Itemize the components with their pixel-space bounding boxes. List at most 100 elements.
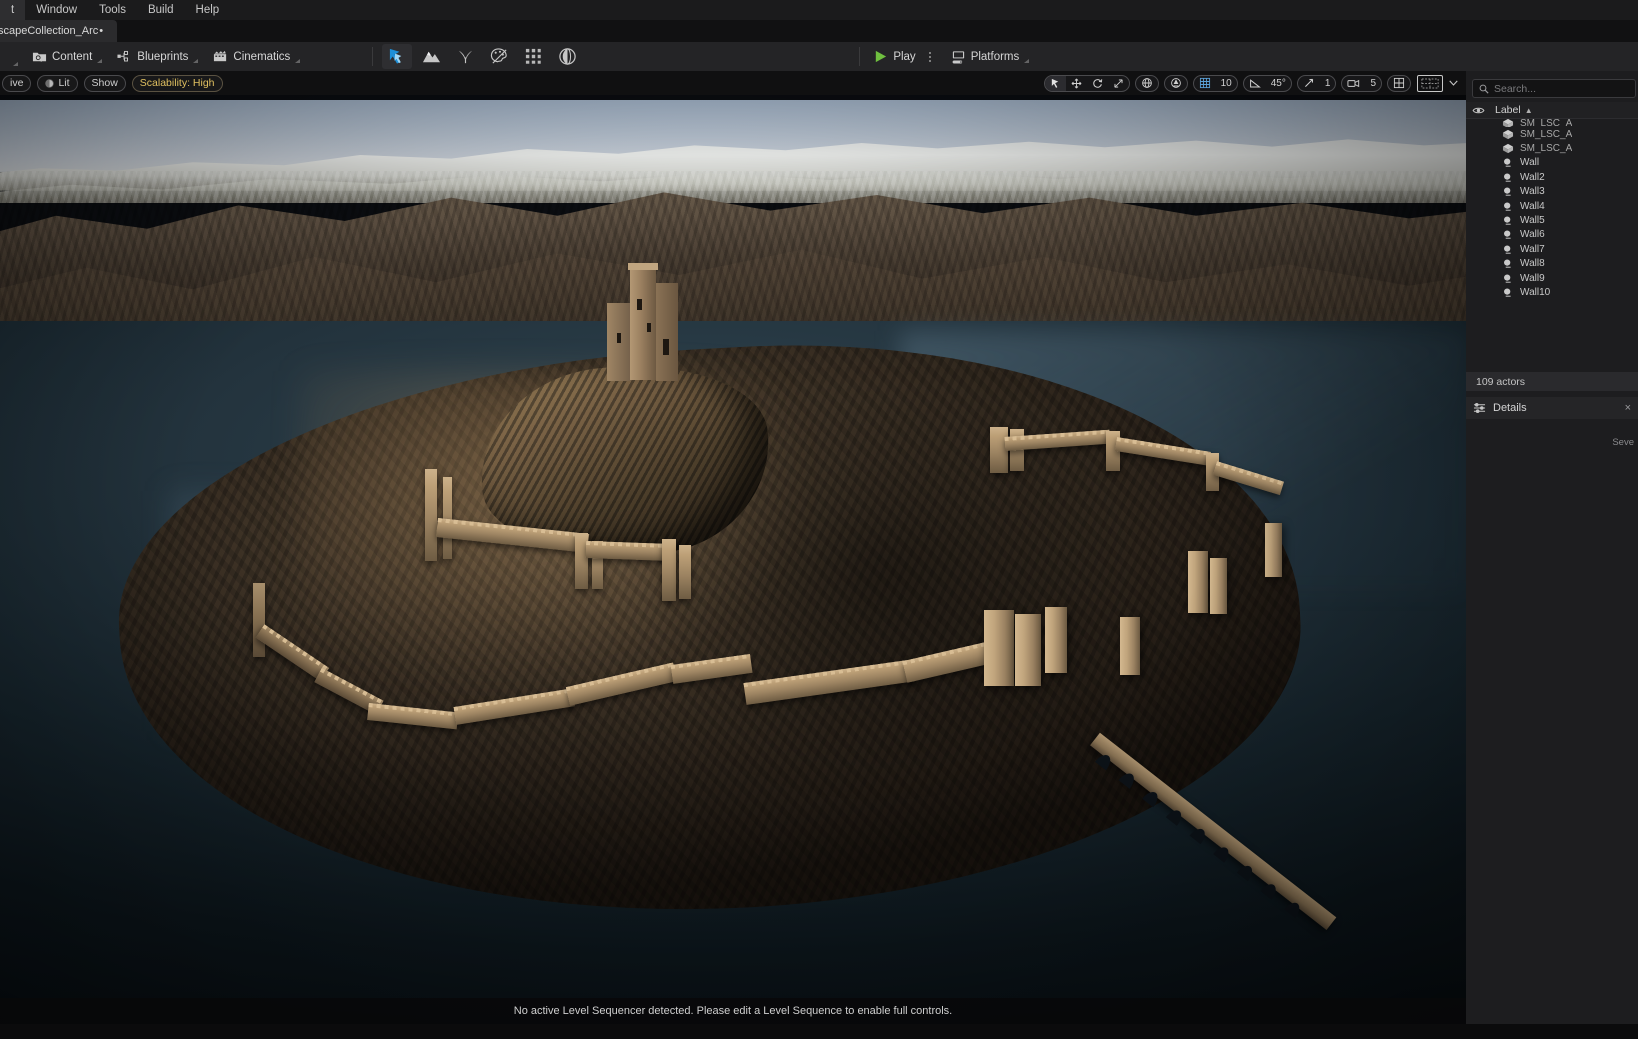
outliner-row-3[interactable]: Wall [1466, 156, 1638, 170]
cinematics-caret-icon [294, 58, 301, 65]
outliner-column-label[interactable]: Label [1495, 104, 1521, 116]
scalability-button[interactable]: Scalability: High [131, 74, 223, 92]
fracture-mode-button[interactable] [518, 44, 548, 69]
scene-tower-r2 [1015, 614, 1041, 686]
viewport-options-caret-icon[interactable] [1446, 75, 1460, 92]
select-mode-button[interactable] [382, 44, 413, 69]
landscape-mountain-icon [422, 51, 440, 63]
grid-snap-group: 10 [1192, 74, 1238, 92]
fracture-grid-icon [525, 48, 541, 64]
cinematics-icon [214, 50, 227, 62]
menu-item-0[interactable]: t [0, 0, 26, 20]
scene-keep-window-3 [663, 339, 669, 355]
menu-item-help[interactable]: Help [185, 0, 231, 20]
blueprints-button[interactable]: Blueprints [111, 45, 205, 68]
outliner-row-12[interactable]: Wall10 [1466, 285, 1638, 299]
actor-count-label: 109 actors [1476, 375, 1526, 388]
lit-sphere-icon [45, 78, 55, 88]
outliner-row-2[interactable]: SM_LSC_A [1466, 141, 1638, 155]
static-mesh-icon [1502, 129, 1514, 139]
outliner-row-label: Wall10 [1520, 286, 1551, 298]
outliner-row-1[interactable]: SM_LSC_A [1466, 127, 1638, 141]
scene-keep-tower-right [656, 283, 678, 381]
surface-snap-button[interactable] [1165, 76, 1187, 91]
outliner-list[interactable]: SM_LSC_A SM_LSC_A SM_LSC_A Wall Wall2 Wa… [1466, 119, 1638, 372]
play-button[interactable]: Play [867, 45, 921, 68]
content-button[interactable]: Content [26, 45, 109, 68]
details-hint-text: Seve [1612, 437, 1634, 448]
move-tool-button[interactable] [1066, 76, 1087, 91]
scene-tower-r1 [984, 610, 1014, 686]
outliner-row-11[interactable]: Wall9 [1466, 271, 1638, 285]
details-panel-body[interactable]: Seve [1466, 419, 1638, 979]
platforms-button[interactable]: Platforms [945, 45, 1037, 68]
outliner-search-row [1466, 78, 1638, 99]
level-tab[interactable]: scapeCollection_Arc • [0, 20, 118, 42]
mesh-paint-mode-button[interactable] [484, 44, 514, 69]
coordinate-system-group [1134, 74, 1159, 92]
outliner-row-4[interactable]: Wall2 [1466, 170, 1638, 184]
menu-item-tools[interactable]: Tools [88, 0, 137, 20]
platforms-caret-icon [1023, 58, 1030, 65]
platforms-icon [952, 51, 964, 64]
outliner-row-5[interactable]: Wall3 [1466, 185, 1638, 199]
grid-snap-value[interactable]: 10 [1216, 76, 1237, 91]
foliage-mode-button[interactable] [450, 44, 480, 69]
right-panel-column: Label ▲ SM_LSC_A SM_LSC_A SM_LSC_A Wall [1466, 71, 1638, 1024]
scale-snap-value[interactable]: 1 [1320, 76, 1336, 91]
angle-snap-value[interactable]: 45° [1266, 76, 1291, 91]
camera-speed-group: 5 [1341, 74, 1382, 92]
camera-speed-value[interactable]: 5 [1365, 76, 1381, 91]
scene-tower-r5 [1188, 551, 1208, 613]
outliner-row-7[interactable]: Wall5 [1466, 213, 1638, 227]
select-tool-button[interactable] [1044, 75, 1066, 91]
modeling-mode-button[interactable] [552, 44, 582, 69]
outliner-row-9[interactable]: Wall7 [1466, 242, 1638, 256]
outliner-row-label: Wall6 [1520, 229, 1545, 241]
outliner-row-label: SM_LSC_A [1520, 143, 1573, 155]
outliner-row-label: Wall2 [1520, 171, 1545, 183]
surface-snap-group [1163, 74, 1188, 92]
viewport-layout-button[interactable] [1388, 76, 1410, 91]
grid-snap-toggle[interactable] [1194, 76, 1216, 91]
transform-tools-group [1043, 74, 1130, 92]
lighting-mode-label: Lit [58, 77, 70, 89]
menu-item-build[interactable]: Build [137, 0, 185, 20]
outliner-row-10[interactable]: Wall8 [1466, 257, 1638, 271]
scale-tool-button[interactable] [1108, 76, 1129, 91]
show-flags-button[interactable]: Show [83, 74, 126, 92]
scene-tower-r4 [1120, 617, 1140, 675]
outliner-row-label: SM_LSC_A [1520, 119, 1573, 127]
menu-item-window[interactable]: Window [25, 0, 88, 20]
outliner-search-box[interactable] [1472, 79, 1636, 98]
view-mode-button[interactable]: ive [2, 74, 32, 92]
world-coordinate-button[interactable] [1136, 76, 1158, 91]
play-options-button[interactable] [925, 45, 935, 68]
angle-snap-toggle[interactable] [1244, 76, 1266, 91]
scene-inner-wall-b [585, 541, 669, 561]
details-sliders-icon [1473, 402, 1486, 414]
content-label: Content [52, 50, 93, 63]
rotate-tool-button[interactable] [1087, 76, 1108, 91]
details-close-button[interactable]: × [1625, 402, 1631, 414]
outliner-row-8[interactable]: Wall6 [1466, 228, 1638, 242]
outliner-row-6[interactable]: Wall4 [1466, 199, 1638, 213]
camera-speed-icon[interactable] [1342, 76, 1365, 91]
cinematics-button[interactable]: Cinematics [207, 45, 307, 68]
outliner-search-input[interactable] [1494, 82, 1629, 95]
level-viewport[interactable]: ive Lit Show Scalability: High 10 45° 1 … [0, 71, 1466, 1024]
landscape-mode-button[interactable] [416, 44, 446, 69]
blueprints-caret-icon [192, 58, 199, 65]
content-caret-icon [96, 58, 103, 65]
visibility-eye-icon[interactable] [1472, 106, 1485, 115]
maximize-viewport-button[interactable] [1417, 74, 1443, 92]
scale-snap-toggle[interactable] [1298, 76, 1320, 91]
outliner-row-label: Wall8 [1520, 258, 1545, 270]
outliner-row-label: Wall5 [1520, 215, 1545, 227]
lighting-mode-button[interactable]: Lit [37, 74, 78, 92]
scene-outer-tower-left [253, 583, 265, 657]
outliner-row-0[interactable]: SM_LSC_A [1466, 119, 1638, 127]
save-caret-icon[interactable] [12, 61, 19, 68]
level-tab-dirty-marker: • [99, 25, 104, 37]
viewport-toolbar-right: 10 45° 1 5 [1039, 71, 1460, 95]
